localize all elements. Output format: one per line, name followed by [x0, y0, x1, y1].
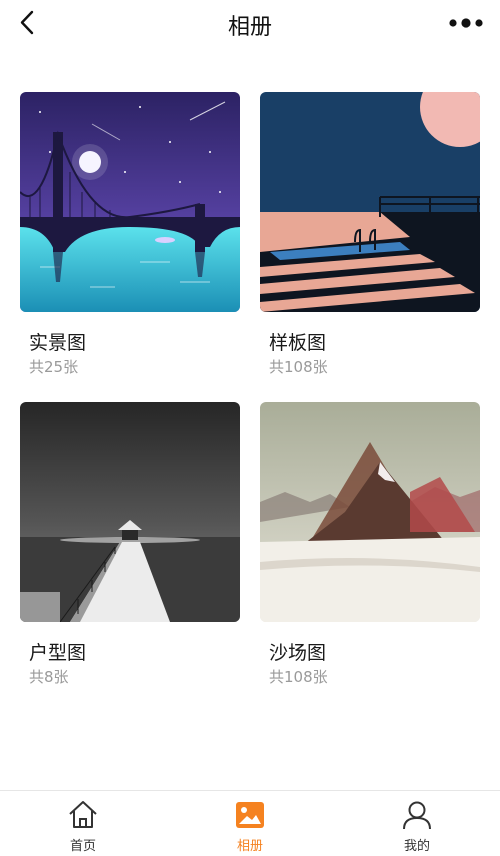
album-count: 共25张 — [29, 358, 79, 376]
album-count: 共108张 — [269, 358, 328, 376]
tab-album[interactable]: 相册 — [167, 791, 333, 856]
album-count: 共8张 — [29, 668, 69, 686]
tab-home[interactable]: 首页 — [0, 791, 166, 856]
tab-label: 我的 — [403, 839, 430, 854]
album-count: 共108张 — [269, 668, 328, 686]
tab-label: 相册 — [236, 839, 263, 854]
tab-bar: 首页 相册 我的 — [0, 790, 500, 856]
page-title: 相册 — [227, 15, 272, 40]
album-title: 实景图 — [29, 332, 87, 354]
album-thumbnail-pier[interactable] — [20, 402, 240, 622]
album-title: 户型图 — [29, 642, 87, 664]
photo-album-icon — [236, 802, 264, 828]
album-thumbnail-bridge[interactable] — [20, 92, 240, 312]
album-thumbnail-mountain[interactable] — [260, 402, 480, 622]
album-title: 样板图 — [269, 332, 327, 354]
album-card-shijing[interactable]: 实景图 共25张 — [20, 92, 240, 376]
album-title: 沙场图 — [269, 642, 327, 664]
tab-profile[interactable]: 我的 — [334, 791, 500, 856]
album-card-huxing[interactable]: 户型图 共8张 — [20, 402, 240, 686]
nav-bar: 相册 — [0, 0, 500, 48]
album-thumbnail-pool[interactable] — [260, 92, 480, 312]
user-icon — [403, 801, 431, 830]
album-card-yangban[interactable]: 样板图 共108张 — [260, 92, 480, 376]
tab-label: 首页 — [69, 839, 96, 854]
album-card-shachang[interactable]: 沙场图 共108张 — [260, 402, 480, 686]
more-dots-icon — [449, 18, 483, 28]
home-icon — [69, 801, 97, 828]
more-button[interactable] — [446, 10, 486, 36]
